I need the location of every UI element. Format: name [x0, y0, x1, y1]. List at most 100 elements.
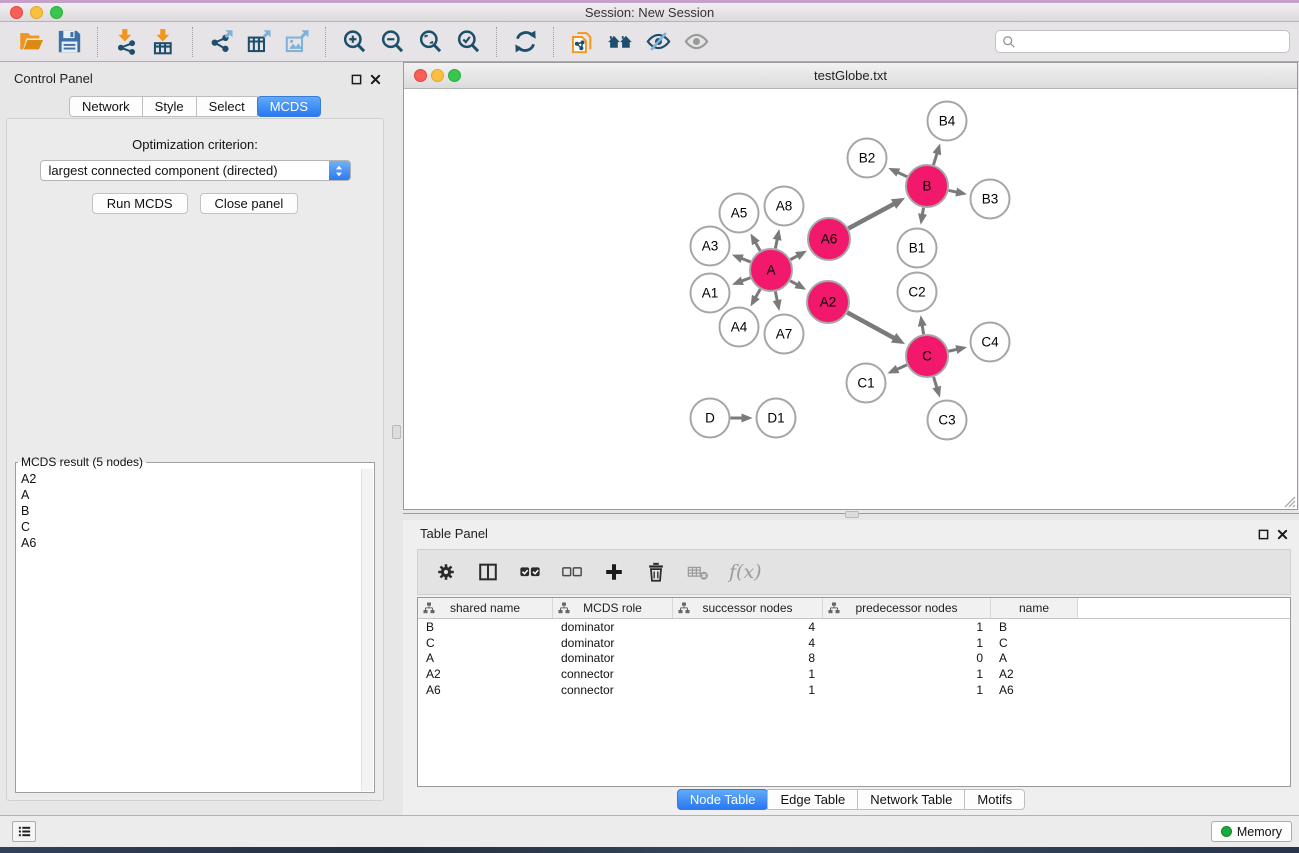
import-network-icon[interactable]	[107, 25, 145, 59]
tab-select[interactable]: Select	[196, 96, 258, 117]
graph-edge-A-A8[interactable]	[773, 229, 782, 248]
delete-column-icon[interactable]	[643, 559, 669, 585]
graph-node-C[interactable]: C	[906, 335, 948, 377]
vertical-splitter[interactable]	[390, 65, 403, 810]
graph-node-B4[interactable]: B4	[928, 102, 967, 141]
graph-node-A[interactable]: A	[750, 249, 792, 291]
float-panel-button[interactable]	[350, 73, 363, 86]
graph-edge-C-C4[interactable]	[948, 345, 967, 354]
show-all-icon[interactable]	[677, 25, 715, 59]
graph-edge-B-B1[interactable]	[918, 208, 927, 225]
tab-network-table[interactable]: Network Table	[857, 789, 965, 810]
graph-node-B[interactable]: B	[906, 165, 948, 207]
graph-node-B2[interactable]: B2	[848, 139, 887, 178]
optimization-criterion-select[interactable]: largest connected component (directed)	[40, 160, 351, 181]
first-neighbors-icon[interactable]	[601, 25, 639, 59]
table-row[interactable]: Adominator80A	[418, 651, 1290, 667]
graph-edge-C-C3[interactable]	[932, 377, 941, 398]
graph-edge-A-A1[interactable]	[732, 277, 750, 285]
graph-edge-A2-C[interactable]	[847, 313, 905, 344]
network-from-selection-icon[interactable]	[563, 25, 601, 59]
table-float-button[interactable]	[1257, 528, 1270, 541]
column-header-predecessor-nodes[interactable]: predecessor nodes	[823, 598, 991, 618]
column-header-successor-nodes[interactable]: successor nodes	[673, 598, 823, 618]
zoom-fit-icon[interactable]	[411, 25, 449, 59]
graph-node-B3[interactable]: B3	[971, 180, 1010, 219]
graph-edge-B-B3[interactable]	[949, 188, 967, 197]
zoom-out-icon[interactable]	[373, 25, 411, 59]
mcds-result-item[interactable]: A6	[21, 535, 360, 551]
table-row[interactable]: A6connector11A6	[418, 682, 1290, 698]
graph-node-C1[interactable]: C1	[847, 364, 886, 403]
graph-node-A6[interactable]: A6	[808, 218, 850, 260]
graph-edge-C-C1[interactable]	[887, 365, 906, 374]
table-options-icon[interactable]	[433, 559, 459, 585]
import-table-icon[interactable]	[145, 25, 183, 59]
export-network-icon[interactable]	[202, 25, 240, 59]
graph-node-C4[interactable]: C4	[971, 323, 1010, 362]
memory-button[interactable]: Memory	[1211, 821, 1292, 842]
deselect-all-icon[interactable]	[559, 559, 585, 585]
network-graph[interactable]: B4 B2 B B3 A8A5 A6 B1 A3 A A1 C2 A2 A4A7 C4 C C1 C3 D D1	[404, 89, 1297, 509]
graph-node-A4[interactable]: A4	[720, 308, 759, 347]
horizontal-splitter-handle[interactable]	[845, 511, 859, 518]
mcds-result-item[interactable]: A	[21, 487, 360, 503]
tab-node-table[interactable]: Node Table	[677, 789, 769, 810]
graph-edge-B-B4[interactable]	[933, 143, 942, 165]
graph-node-B1[interactable]: B1	[898, 229, 937, 268]
search-box[interactable]	[995, 30, 1290, 53]
tab-network[interactable]: Network	[69, 96, 143, 117]
tab-edge-table[interactable]: Edge Table	[767, 789, 858, 810]
graph-node-D1[interactable]: D1	[757, 399, 796, 438]
result-scrollbar[interactable]	[361, 469, 373, 791]
zoom-selected-icon[interactable]	[449, 25, 487, 59]
resize-grip-icon[interactable]	[1282, 494, 1296, 508]
refresh-layout-icon[interactable]	[506, 25, 544, 59]
open-file-icon[interactable]	[12, 25, 50, 59]
tab-style[interactable]: Style	[142, 96, 197, 117]
run-mcds-button[interactable]: Run MCDS	[92, 193, 188, 214]
horizontal-splitter[interactable]	[403, 510, 1299, 520]
task-history-button[interactable]	[12, 821, 36, 842]
zoom-in-icon[interactable]	[335, 25, 373, 59]
column-header-name[interactable]: name	[991, 598, 1078, 618]
graph-node-A7[interactable]: A7	[765, 315, 804, 354]
graph-node-A2[interactable]: A2	[807, 281, 849, 323]
tab-motifs[interactable]: Motifs	[964, 789, 1025, 810]
table-row[interactable]: Bdominator41B	[418, 619, 1290, 635]
graph-node-C3[interactable]: C3	[928, 401, 967, 440]
column-visibility-icon[interactable]	[475, 559, 501, 585]
mcds-result-item[interactable]: A2	[21, 471, 360, 487]
graph-edge-C-C2[interactable]	[918, 315, 927, 334]
column-header-shared-name[interactable]: shared name	[418, 598, 553, 618]
save-session-icon[interactable]	[50, 25, 88, 59]
graph-edge-A6-B[interactable]	[848, 198, 905, 229]
graph-node-C2[interactable]: C2	[898, 273, 937, 312]
export-table-icon[interactable]	[240, 25, 278, 59]
graph-edge-D-D1[interactable]	[731, 414, 753, 423]
graph-edge-A-A7[interactable]	[773, 292, 782, 311]
graph-edge-A-A2[interactable]	[790, 280, 806, 289]
mcds-result-item[interactable]: B	[21, 503, 360, 519]
graph-node-A1[interactable]: A1	[691, 274, 730, 313]
graph-node-D[interactable]: D	[691, 399, 730, 438]
table-row[interactable]: Cdominator41C	[418, 635, 1290, 651]
graph-node-A8[interactable]: A8	[765, 187, 804, 226]
graph-edge-A-A6[interactable]	[790, 251, 807, 260]
close-panel-button-mcds[interactable]: Close panel	[200, 193, 299, 214]
add-column-icon[interactable]	[601, 559, 627, 585]
graph-node-A3[interactable]: A3	[691, 227, 730, 266]
graph-edge-A-A5[interactable]	[751, 233, 761, 250]
select-all-icon[interactable]	[517, 559, 543, 585]
table-row[interactable]: A2connector11A2	[418, 666, 1290, 682]
vertical-splitter-handle[interactable]	[392, 425, 401, 439]
graph-node-A5[interactable]: A5	[720, 194, 759, 233]
close-panel-button[interactable]	[369, 73, 382, 86]
hide-selected-icon[interactable]	[639, 25, 677, 59]
search-input[interactable]	[1020, 33, 1289, 51]
graph-edge-B-B2[interactable]	[888, 168, 907, 177]
network-canvas[interactable]: B4 B2 B B3 A8A5 A6 B1 A3 A A1 C2 A2 A4A7 C4 C C1 C3 D D1	[404, 89, 1297, 509]
column-header-mcds-role[interactable]: MCDS role	[553, 598, 673, 618]
tab-mcds[interactable]: MCDS	[257, 96, 321, 117]
graph-edge-A-A3[interactable]	[732, 254, 751, 262]
